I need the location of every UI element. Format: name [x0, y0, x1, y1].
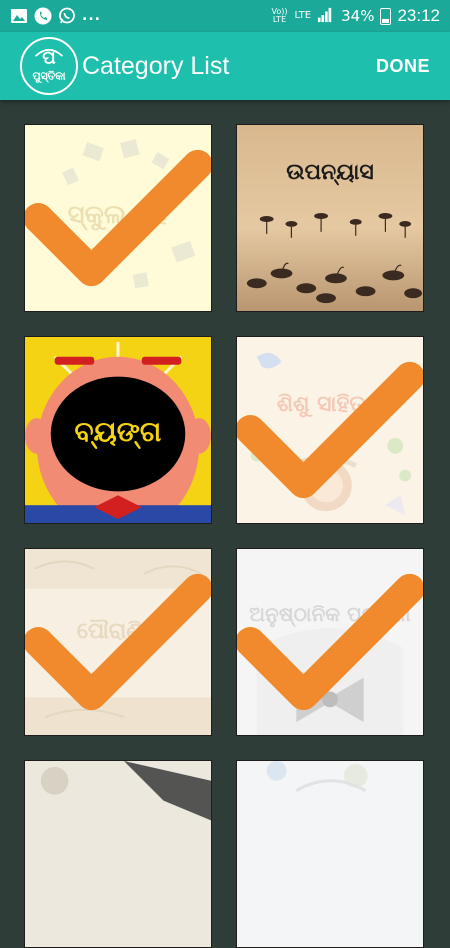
partial-tile-illustration — [25, 761, 211, 947]
category-tile-partial-1[interactable] — [24, 760, 212, 948]
image-icon — [10, 7, 28, 25]
page-title: Category List — [82, 51, 230, 80]
category-label: ଉପନ୍ୟାସ — [286, 160, 374, 185]
signal-icon — [317, 7, 335, 25]
battery-icon — [380, 7, 392, 25]
app-logo[interactable]: ପ ପୁସ୍ତିକା — [20, 37, 78, 95]
check-icon — [25, 149, 211, 287]
svg-text:ପୁସ୍ତିକା: ପୁସ୍ତିକା — [32, 69, 66, 84]
check-icon — [25, 573, 211, 711]
partial-tile-illustration — [237, 761, 423, 947]
done-button[interactable]: DONE — [370, 50, 436, 83]
app-bar: ପ ପୁସ୍ତିକା Category List DONE — [0, 32, 450, 100]
pustika-logo-icon: ପ ପୁସ୍ତିକା — [32, 47, 66, 84]
phone-icon — [34, 7, 52, 25]
category-label: ବ୍ୟଙ୍ଗ — [74, 415, 162, 448]
check-icon — [237, 361, 423, 499]
status-bar: ... Vo)) LTE LTE 34% 23:12 — [0, 0, 450, 32]
category-tile-school-books[interactable]: ସ୍କୁଲ ବହି — [24, 124, 212, 312]
category-tile-partial-2[interactable] — [236, 760, 424, 948]
novel-flamingo-illustration — [237, 125, 423, 311]
category-tile-novel[interactable]: ଉପନ୍ୟାସ — [236, 124, 424, 312]
category-tile-mythological[interactable]: ପୌରାଣିକ — [24, 548, 212, 736]
category-tile-magazine[interactable]: ଅନୁଷ୍ଠାନିକ ପତ୍ରିକା — [236, 548, 424, 736]
category-grid: ସ୍କୁଲ ବହି ଉପନ୍ୟାସ ବ୍ୟଙ୍ଗ ଶିଶୁ ସାହିତ୍ୟ ପୌ… — [0, 100, 450, 948]
category-tile-comedy[interactable]: ବ୍ୟଙ୍ଗ — [24, 336, 212, 524]
check-icon — [237, 573, 423, 711]
clock: 23:12 — [397, 6, 440, 25]
whatsapp-icon — [58, 7, 76, 25]
category-tile-children[interactable]: ଶିଶୁ ସାହିତ୍ୟ — [236, 336, 424, 524]
volte-indicator: Vo)) LTE — [271, 7, 288, 24]
more-notifications: ... — [82, 8, 101, 24]
battery-percent: 34% — [341, 7, 375, 25]
lte-indicator: LTE — [294, 10, 312, 21]
